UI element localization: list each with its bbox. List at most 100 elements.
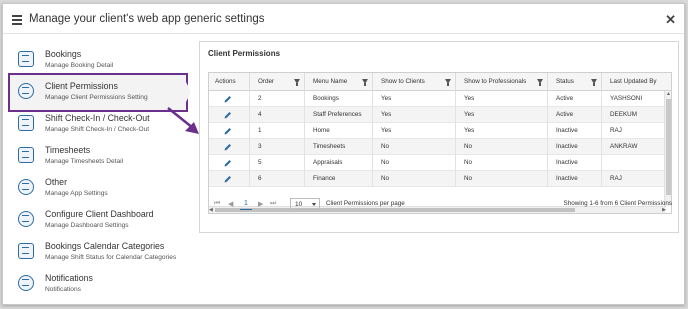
prev-page-icon[interactable]: ◀	[228, 200, 233, 208]
column-header-label: Show to Clients	[381, 78, 425, 85]
first-page-icon[interactable]: ⏮	[214, 200, 220, 208]
order-cell: 1	[249, 123, 304, 139]
status-cell: Inactive	[547, 171, 601, 187]
sidebar-item-configure-dashboard[interactable]: Configure Client Dashboard Manage Dashbo…	[3, 206, 193, 238]
edit-pencil-icon[interactable]	[224, 143, 232, 151]
sidebar-item-timesheets[interactable]: Timesheets Manage Timesheets Detail	[3, 142, 193, 174]
edit-pencil-icon[interactable]	[224, 127, 232, 135]
show-to-professionals-cell: No	[455, 155, 547, 171]
page-size-value: 10	[295, 201, 303, 208]
permissions-grid: Actions Order Menu Name Show to Clients …	[208, 72, 672, 214]
scroll-up-icon[interactable]: ▲	[666, 91, 671, 97]
pagination-bar: ⏮ ◀ 1 ▶ ⏭ 10 Client Permissions per page…	[208, 196, 672, 216]
column-header-order[interactable]: Order	[249, 73, 304, 91]
edit-pencil-icon[interactable]	[224, 95, 232, 103]
column-header-status[interactable]: Status	[547, 73, 601, 91]
title-bar: Manage your client's web app generic set…	[3, 4, 684, 34]
settings-window: Manage your client's web app generic set…	[2, 3, 685, 305]
order-cell: 2	[249, 91, 304, 107]
edit-cell	[209, 91, 249, 107]
column-header-show-to-professionals[interactable]: Show to Professionals	[455, 73, 547, 91]
table-row: 2 Bookings Yes Yes Active YASHSONI	[209, 91, 671, 107]
edit-pencil-icon[interactable]	[224, 159, 232, 167]
column-header-label: Menu Name	[313, 78, 348, 85]
next-page-icon[interactable]: ▶	[258, 200, 263, 208]
last-updated-by-cell: RAJ	[601, 123, 666, 139]
timesheets-icon	[18, 147, 34, 163]
sidebar-item-shift-check-in[interactable]: Shift Check-In / Check-Out Manage Shift …	[3, 110, 193, 142]
sidebar-item-sublabel: Manage Timesheets Detail	[45, 158, 124, 165]
last-updated-by-cell: ANKRAW	[601, 139, 666, 155]
column-header-menu-name[interactable]: Menu Name	[304, 73, 372, 91]
status-cell: Active	[547, 91, 601, 107]
vertical-scroll-thumb[interactable]	[666, 99, 671, 195]
hamburger-menu-icon[interactable]	[12, 15, 22, 25]
status-cell: Inactive	[547, 139, 601, 155]
menu-name-cell: Appraisals	[304, 155, 372, 171]
column-header-show-to-clients[interactable]: Show to Clients	[372, 73, 455, 91]
sidebar-item-client-permissions[interactable]: Client Permissions Manage Client Permiss…	[3, 78, 193, 110]
show-to-clients-cell: Yes	[372, 107, 455, 123]
pagination-info: Showing 1-6 from 6 Client Permissions	[563, 200, 673, 207]
last-updated-by-cell: DEEKUM	[601, 107, 666, 123]
order-cell: 3	[249, 139, 304, 155]
order-cell: 4	[249, 107, 304, 123]
table-row: 6 Finance No No Inactive RAJ	[209, 171, 671, 187]
sidebar-item-notifications[interactable]: Notifications Notifications	[3, 270, 193, 302]
filter-icon[interactable]	[445, 79, 451, 86]
menu-name-cell: Timesheets	[304, 139, 372, 155]
column-header-label: Status	[556, 78, 574, 85]
column-header-label: Order	[258, 78, 275, 85]
filter-icon[interactable]	[362, 79, 368, 86]
sidebar-item-sublabel: Manage App Settings	[45, 190, 108, 197]
close-icon[interactable]: ✕	[665, 12, 676, 28]
menu-name-cell: Bookings	[304, 91, 372, 107]
pointer-arrow-icon	[167, 107, 199, 134]
sidebar-item-label: Bookings	[45, 49, 82, 59]
page-number-current[interactable]: 1	[240, 198, 252, 210]
filter-icon[interactable]	[537, 79, 543, 86]
column-header-label: Show to Professionals	[464, 78, 527, 85]
dashboard-icon	[18, 211, 34, 227]
client-permissions-panel: Client Permissions Actions Order Menu Na…	[199, 41, 679, 233]
order-cell: 6	[249, 171, 304, 187]
sidebar-item-sublabel: Manage Client Permissions Setting	[45, 94, 148, 101]
last-page-icon[interactable]: ⏭	[270, 200, 276, 208]
menu-name-cell: Home	[304, 123, 372, 139]
sidebar-item-sublabel: Notifications	[45, 286, 81, 293]
table-row: 3 Timesheets No No Inactive ANKRAW	[209, 139, 671, 155]
sidebar-item-bookings[interactable]: Bookings Manage Booking Detail	[3, 46, 193, 78]
status-cell: Inactive	[547, 155, 601, 171]
panel-title: Client Permissions	[208, 49, 281, 58]
sidebar-item-label: Bookings Calendar Categories	[45, 241, 165, 251]
list-icon	[18, 179, 34, 195]
table-row: 4 Staff Preferences Yes Yes Active DEEKU…	[209, 107, 671, 123]
edit-pencil-icon[interactable]	[224, 111, 232, 119]
sidebar-item-calendar-categories[interactable]: Bookings Calendar Categories Manage Shif…	[3, 238, 193, 270]
edit-cell	[209, 139, 249, 155]
edit-cell	[209, 107, 249, 123]
table-row: 5 Appraisals No No Inactive	[209, 155, 671, 171]
vertical-scrollbar[interactable]: ▲	[664, 91, 671, 206]
menu-name-cell: Staff Preferences	[304, 107, 372, 123]
table-row: 1 Home Yes Yes Inactive RAJ	[209, 123, 671, 139]
sidebar-item-other[interactable]: Other Manage App Settings	[3, 174, 193, 206]
show-to-professionals-cell: Yes	[455, 123, 547, 139]
page-size-label: Client Permissions per page	[326, 200, 405, 207]
sidebar-item-label: Timesheets	[45, 145, 91, 155]
calendar-icon	[18, 243, 34, 259]
edit-cell	[209, 123, 249, 139]
sidebar-item-sublabel: Manage Dashboard Settings	[45, 222, 129, 229]
sidebar-item-sublabel: Manage Shift Check-In / Check-Out	[45, 126, 150, 133]
filter-icon[interactable]	[591, 79, 597, 86]
edit-pencil-icon[interactable]	[224, 175, 232, 183]
page-size-select[interactable]: 10	[290, 198, 320, 210]
sidebar-item-label: Shift Check-In / Check-Out	[45, 113, 150, 123]
menu-name-cell: Finance	[304, 171, 372, 187]
chevron-down-icon	[312, 203, 316, 206]
column-header-last-updated-by[interactable]: Last Updated By	[601, 73, 671, 91]
show-to-professionals-cell: Yes	[455, 91, 547, 107]
filter-icon[interactable]	[294, 79, 300, 86]
sidebar-item-label: Notifications	[45, 273, 93, 283]
last-updated-by-cell	[601, 155, 666, 171]
